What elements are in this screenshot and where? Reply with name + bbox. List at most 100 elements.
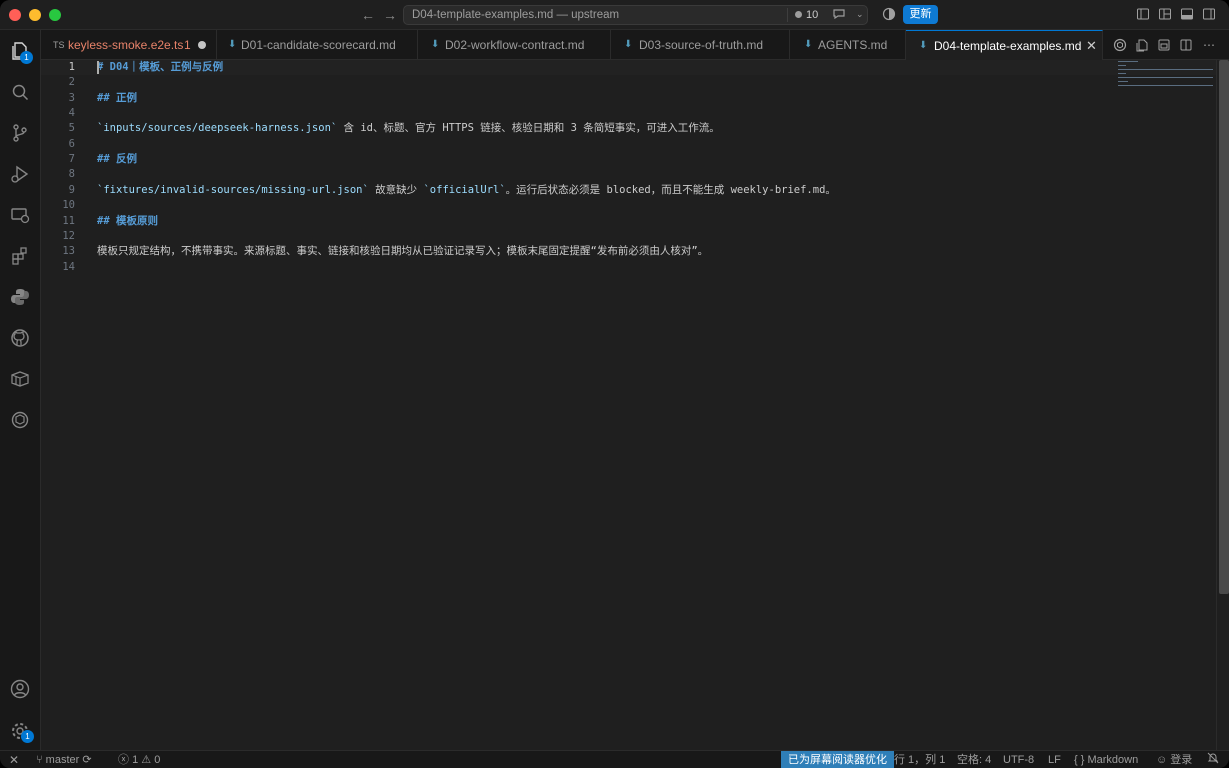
github-icon[interactable] — [9, 327, 31, 349]
indentation-setting[interactable]: 空格: 4 — [957, 751, 991, 768]
line-content: `inputs/sources/deepseek-harness.json` 含… — [97, 121, 720, 136]
back-arrow-icon[interactable]: ← — [360, 6, 376, 24]
copilot-account[interactable]: ☺ 登录 — [1156, 751, 1192, 768]
markdown-heading: # D04｜模板、正例与反例 — [97, 61, 224, 73]
status-bar: ✕ ⑂ master ⟳ ⓧ 1 ⚠ 0 已为屏幕阅读器优化 行 1，列 1 空… — [0, 750, 1229, 768]
unsaved-dot-icon[interactable] — [198, 41, 206, 49]
copilot-shield-icon[interactable] — [882, 7, 896, 21]
code-line[interactable]: 4 — [41, 106, 1216, 121]
line-content: ## 反例 — [97, 152, 137, 167]
accounts-icon[interactable] — [9, 678, 31, 700]
tab-label: AGENTS.md — [818, 38, 888, 52]
code-line[interactable]: 7 ## 反例 — [41, 152, 1216, 167]
dot-icon — [795, 11, 802, 18]
tab-d04-active[interactable]: ⬇ D04-template-examples.md ✕ — [906, 30, 1103, 60]
minimap-line — [1118, 73, 1126, 74]
source-control-icon[interactable] — [9, 122, 31, 144]
code-line[interactable]: 3 ## 正例 — [41, 91, 1216, 106]
minimize-window-button[interactable] — [29, 9, 41, 21]
line-number: 11 — [62, 214, 75, 227]
line-number: 3 — [68, 91, 75, 104]
minimap[interactable] — [1116, 60, 1216, 90]
minimap-line — [1118, 85, 1213, 86]
code-line[interactable]: 1 # D04｜模板、正例与反例 — [41, 60, 1216, 75]
search-icon[interactable] — [9, 81, 31, 103]
code-line[interactable]: 9 `fixtures/invalid-sources/missing-url.j… — [41, 183, 1216, 198]
close-icon[interactable]: ✕ — [1086, 31, 1097, 60]
line-number: 6 — [68, 137, 75, 150]
tab-label: D04-template-examples.md — [934, 39, 1082, 53]
remote-indicator-icon[interactable]: ✕ — [9, 751, 19, 768]
vertical-scrollbar[interactable] — [1216, 60, 1229, 750]
toggle-panel-icon[interactable] — [1180, 7, 1194, 21]
openai-chat-icon[interactable] — [9, 409, 31, 431]
minimap-line — [1118, 81, 1128, 82]
login-label: 登录 — [1170, 754, 1193, 766]
code-line[interactable]: 13 模板只规定结构，不携带事实。来源标题、事实、链接和核验日期均从已验证记录写入… — [41, 244, 1216, 259]
markdown-heading: ## 反例 — [97, 153, 137, 166]
activity-bar: 1 1 — [0, 30, 41, 750]
code-line[interactable]: 14 — [41, 260, 1216, 275]
close-window-button[interactable] — [9, 9, 21, 21]
forward-arrow-icon[interactable]: → — [382, 6, 398, 24]
tab-d03[interactable]: ⬇ D03-source-of-truth.md — [611, 30, 790, 60]
language-mode[interactable]: { } Markdown — [1074, 751, 1138, 768]
screen-reader-mode[interactable]: 已为屏幕阅读器优化 — [781, 751, 894, 768]
sync-icon: ⟳ — [82, 754, 92, 766]
tab-d02[interactable]: ⬇ D02-workflow-contract.md — [418, 30, 611, 60]
problems-indicator[interactable]: ⓧ 1 ⚠ 0 — [118, 751, 160, 768]
window-title: D04-template-examples.md — upstream — [412, 9, 620, 21]
line-number: 9 — [68, 183, 75, 196]
chevron-down-icon[interactable]: ⌄ — [856, 9, 864, 20]
notifications-bell-icon[interactable] — [1207, 751, 1219, 768]
python-icon[interactable] — [9, 286, 31, 308]
split-editor-icon[interactable] — [1179, 38, 1193, 52]
text-run: 模板只规定结构，不携带事实。来源标题、事实、链接和核验日期均从已验证记录写入；模… — [97, 245, 709, 258]
code-line[interactable]: 12 — [41, 229, 1216, 244]
code-line[interactable]: 5 `inputs/sources/deepseek-harness.json` … — [41, 121, 1216, 136]
cursor-position[interactable]: 行 1，列 1 — [894, 751, 945, 768]
extensions-icon[interactable] — [9, 245, 31, 267]
activity-count-badge[interactable]: 10 — [795, 9, 818, 21]
error-icon: ⓧ — [118, 754, 129, 766]
warning-icon: ⚠ — [141, 754, 152, 766]
run-and-debug-icon[interactable] — [9, 163, 31, 185]
toggle-secondary-sidebar-icon[interactable] — [1202, 7, 1216, 21]
open-preview-icon[interactable] — [1157, 38, 1171, 52]
markdown-heading: ## 正例 — [97, 91, 137, 104]
tab-d01[interactable]: ⬇ D01-candidate-scorecard.md — [217, 30, 418, 60]
text-run: 。运行后状态必须是 blocked，而且不能生成 weekly-brief.md… — [505, 183, 836, 196]
line-number: 10 — [62, 199, 75, 212]
language-label: Markdown — [1087, 754, 1139, 766]
minimap-line — [1118, 77, 1213, 78]
open-changes-icon[interactable] — [1135, 38, 1149, 52]
remote-explorer-icon[interactable] — [9, 204, 31, 226]
toggle-primary-sidebar-icon[interactable] — [1136, 7, 1150, 21]
containers-icon[interactable] — [9, 368, 31, 390]
chat-icon[interactable] — [832, 7, 846, 24]
maximize-window-button[interactable] — [49, 9, 61, 21]
encoding-setting[interactable]: UTF-8 — [1003, 751, 1034, 768]
code-line[interactable]: 6 — [41, 137, 1216, 152]
minimap-line — [1118, 69, 1213, 70]
branch-indicator[interactable]: ⑂ master ⟳ — [36, 751, 92, 768]
tab-keyless-smoke[interactable]: TS keyless-smoke.e2e.ts 1 — [41, 30, 217, 60]
customize-layout-icon[interactable] — [1158, 7, 1172, 21]
text-cursor — [97, 61, 99, 74]
tab-agents[interactable]: ⬇ AGENTS.md — [790, 30, 906, 60]
code-line[interactable]: 11 ## 模板原则 — [41, 214, 1216, 229]
tab-problem-count: 1 — [184, 38, 191, 52]
line-content: `fixtures/invalid-sources/missing-url.js… — [97, 183, 836, 198]
more-actions-icon[interactable]: ⋯ — [1202, 38, 1216, 52]
scrollbar-thumb[interactable] — [1219, 60, 1229, 594]
code-line[interactable]: 2 — [41, 75, 1216, 90]
line-number: 12 — [62, 229, 75, 242]
code-line[interactable]: 8 — [41, 167, 1216, 182]
eol-setting[interactable]: LF — [1048, 751, 1061, 768]
openai-icon[interactable] — [1113, 38, 1127, 52]
update-button[interactable]: 更新 — [903, 5, 938, 24]
editor-area[interactable]: 1 # D04｜模板、正例与反例 2 3 ## 正例 4 5 `inputs/sources/… — [41, 60, 1229, 750]
command-center[interactable]: D04-template-examples.md — upstream 10 ⌄ — [403, 5, 868, 25]
line-number: 4 — [68, 107, 75, 120]
code-line[interactable]: 10 — [41, 198, 1216, 213]
